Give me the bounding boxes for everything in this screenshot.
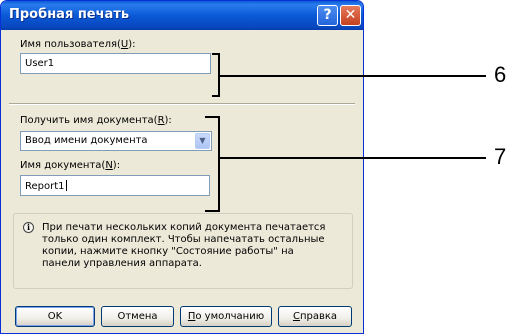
- info-icon: i: [23, 222, 34, 233]
- defaults-button[interactable]: По умолчанию: [180, 306, 272, 327]
- help-button[interactable]: Справка: [278, 306, 352, 327]
- document-name-field[interactable]: Report1: [20, 175, 210, 196]
- user-name-field[interactable]: User1: [20, 53, 211, 74]
- info-text-line-3: копии, нажмите кнопку "Состояние работы"…: [42, 246, 294, 257]
- callout-6-line: [220, 75, 486, 77]
- callout-7-line: [220, 157, 486, 159]
- callout-6-bracket-bottom: [212, 95, 220, 97]
- get-document-name-label: Получить имя документа(R):: [20, 115, 172, 126]
- callout-7-number: 7: [494, 144, 507, 169]
- text-cursor: [65, 180, 67, 191]
- help-title-button[interactable]: ?: [317, 5, 338, 26]
- title-bar[interactable]: Пробная печать ? ✕: [1, 1, 363, 30]
- document-name-label: Имя документа(N):: [20, 160, 121, 171]
- ok-button[interactable]: OK: [15, 306, 95, 327]
- info-text-line-4: панели управления аппарата.: [42, 258, 202, 269]
- cancel-button[interactable]: Отмена: [101, 306, 174, 327]
- callout-6-number: 6: [494, 62, 507, 87]
- test-print-dialog: Пробная печать ? ✕ Имя пользователя(U): …: [0, 0, 364, 334]
- user-name-label: Имя пользователя(U):: [20, 39, 136, 50]
- get-document-name-select[interactable]: Ввод имени документа ▼: [20, 131, 212, 151]
- close-button[interactable]: ✕: [340, 5, 361, 26]
- get-document-name-value: Ввод имени документа: [25, 135, 148, 146]
- dialog-title: Пробная печать: [9, 7, 130, 22]
- callout-7-bracket-bottom: [205, 210, 220, 212]
- chevron-down-icon[interactable]: ▼: [195, 133, 210, 149]
- info-text-line-1: При печати нескольких копий документа пе…: [42, 222, 326, 233]
- info-text-line-2: только один комплект. Чтобы напечатать о…: [42, 234, 325, 245]
- callout-7-bracket-side: [218, 116, 220, 212]
- section-separator: [9, 103, 355, 105]
